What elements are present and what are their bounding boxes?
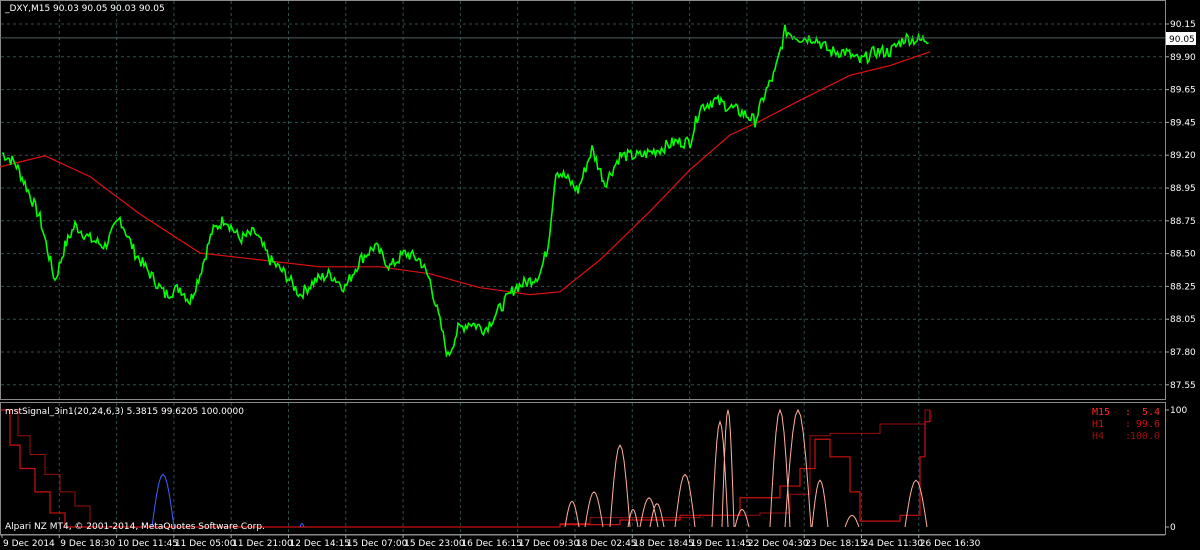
main-price-panel[interactable]: _DXY,M15 90.03 90.05 90.03 90.05 <box>0 0 1166 400</box>
x-tick-label: 23 Dec 18:15 <box>805 539 866 549</box>
x-tick-label: 12 Dec 14:15 <box>290 539 351 549</box>
y-tick-label: 88.50 <box>1170 250 1196 260</box>
indicator-legend: M15 : 5.4 H1 : 99.6 H4 : 100.0 <box>1092 407 1160 442</box>
y-tick-label: 89.20 <box>1170 151 1196 161</box>
legend-h1-colon: : <box>1125 419 1131 430</box>
legend-h1-label: H1 <box>1092 419 1104 430</box>
y-tick-label: 88.25 <box>1170 282 1196 292</box>
indicator-y-tick-label: 100 <box>1170 406 1187 416</box>
y-tick-label: 88.05 <box>1170 315 1196 325</box>
legend-m15-value: 5.4 <box>1142 407 1160 418</box>
legend-h4-label: H4 <box>1092 431 1104 442</box>
x-tick-label: 10 Dec 11:45 <box>118 539 179 549</box>
x-tick-label: 16 Dec 16:15 <box>461 539 522 549</box>
legend-h4-value: 100.0 <box>1130 431 1160 442</box>
y-tick-label: 88.95 <box>1170 184 1196 194</box>
x-tick-label: 24 Dec 11:30 <box>863 539 924 549</box>
y-tick-label: 87.55 <box>1170 381 1196 391</box>
legend-m15-colon: : <box>1125 407 1131 418</box>
chart-canvas[interactable]: _DXY,M15 90.03 90.05 90.03 90.05 90.15 89… <box>0 0 1200 550</box>
x-tick-label: 18 Dec 18:45 <box>633 539 694 549</box>
x-tick-label: 9 Dec 18:30 <box>60 539 115 549</box>
y-tick-label: 87.80 <box>1170 348 1196 358</box>
x-tick-label: 18 Dec 02:45 <box>576 539 637 549</box>
indicator-y-axis[interactable]: 100 0 <box>1165 406 1187 533</box>
x-tick-label: 11 Dec 05:00 <box>175 539 236 549</box>
x-tick-label: 22 Dec 04:30 <box>748 539 809 549</box>
x-tick-label: 15 Dec 23:00 <box>404 539 465 549</box>
x-tick-label: 19 Dec 11:45 <box>691 539 752 549</box>
current-price-tag: 90.05 <box>1166 32 1196 45</box>
y-tick-label: 88.75 <box>1170 217 1196 227</box>
x-axis[interactable]: 9 Dec 2014 9 Dec 18:30 10 Dec 11:4511 Dec … <box>0 534 1165 549</box>
main-y-axis[interactable]: 90.15 89.90 89.65 89.45 89.20 88.95 88.75 88.50… <box>1165 20 1196 391</box>
x-tick-label: 9 Dec 2014 <box>3 539 55 549</box>
main-chart-header: _DXY,M15 90.03 90.05 90.03 90.05 <box>4 4 165 14</box>
indicator-panel[interactable]: mstSignal_3in1(20,24,6,3) 5.3815 99.6205… <box>0 402 1166 535</box>
x-tick-label: 26 Dec 16:30 <box>920 539 981 549</box>
indicator-y-tick-label: 0 <box>1170 523 1176 533</box>
y-tick-label: 89.65 <box>1170 86 1196 96</box>
x-tick-label: 11 Dec 21:00 <box>232 539 293 549</box>
current-price-label: 90.05 <box>1169 35 1195 45</box>
x-tick-label: 17 Dec 09:30 <box>519 539 580 549</box>
legend-m15-label: M15 <box>1092 407 1110 418</box>
indicator-header: mstSignal_3in1(20,24,6,3) 5.3815 99.6205… <box>5 407 244 417</box>
legend-h1-value: 99.6 <box>1136 419 1160 430</box>
y-tick-label: 89.90 <box>1170 53 1196 63</box>
y-tick-label: 89.45 <box>1170 118 1196 128</box>
y-tick-label: 90.15 <box>1170 20 1196 30</box>
x-tick-label: 15 Dec 07:00 <box>347 539 408 549</box>
copyright-text: Alpari NZ MT4, © 2001-2014, MetaQuotes S… <box>5 522 265 532</box>
